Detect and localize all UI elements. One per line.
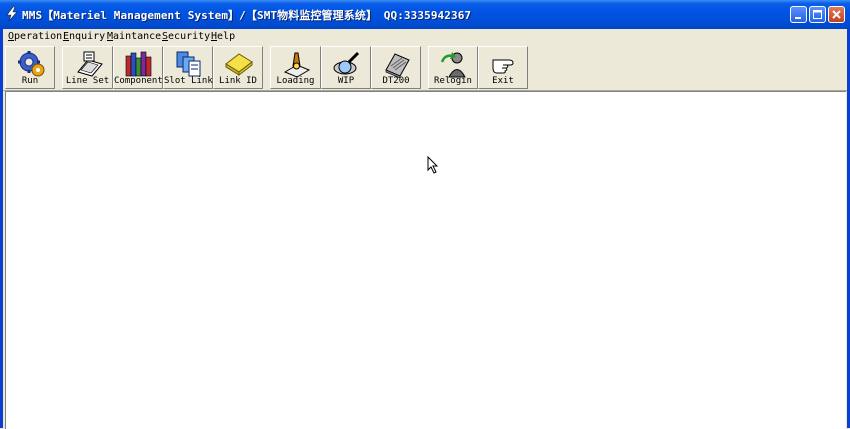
maximize-button[interactable] — [809, 6, 826, 23]
loading-icon — [283, 52, 311, 78]
menu-enquiry[interactable]: Enquiry — [63, 29, 105, 44]
component-label: Component — [114, 76, 163, 86]
wip-magnifier-icon — [333, 51, 360, 75]
title-bar[interactable]: MMS【Materiel Management System】/【SMT物料监控… — [0, 0, 850, 29]
slot-link-label: Slot Link — [164, 76, 213, 86]
link-id-button[interactable]: Link ID — [213, 46, 263, 89]
slot-link-icon — [176, 51, 201, 77]
application-window: MMS【Materiel Management System】/【SMT物料监控… — [0, 0, 850, 429]
loading-button[interactable]: Loading — [270, 46, 321, 89]
dt200-button[interactable]: DT200 — [371, 46, 421, 89]
close-button[interactable] — [828, 6, 845, 23]
line-set-icon — [77, 51, 103, 77]
dt200-label: DT200 — [382, 76, 410, 86]
line-set-button[interactable]: Line Set — [62, 46, 113, 89]
menu-bar: Operation Enquiry Maintance Security Hel… — [3, 29, 847, 44]
mouse-cursor-icon — [427, 156, 439, 174]
slot-link-button[interactable]: Slot Link — [163, 46, 213, 89]
link-id-label: Link ID — [219, 76, 257, 86]
close-icon — [832, 10, 841, 19]
menu-operation[interactable]: Operation — [8, 29, 62, 44]
relogin-label: Relogin — [434, 76, 472, 86]
exit-hand-icon — [492, 59, 514, 74]
lightning-logo-icon — [6, 7, 18, 21]
link-id-note-icon — [225, 53, 253, 77]
run-button[interactable]: Run — [5, 46, 55, 89]
line-set-label: Line Set — [65, 76, 110, 86]
minimize-button[interactable] — [790, 6, 807, 23]
relogin-icon — [440, 52, 466, 78]
workspace-area[interactable] — [5, 91, 846, 429]
window-title: MMS【Materiel Management System】/【SMT物料监控… — [22, 9, 472, 22]
menu-maintance[interactable]: Maintance — [107, 29, 161, 44]
menu-security[interactable]: Security — [162, 29, 210, 44]
exit-button[interactable]: Exit — [478, 46, 528, 89]
run-gears-icon — [18, 51, 45, 77]
component-books-icon — [125, 51, 152, 77]
wip-label: WIP — [337, 76, 355, 86]
wip-button[interactable]: WIP — [321, 46, 371, 89]
run-label: Run — [21, 76, 39, 86]
menu-help[interactable]: Help — [211, 29, 235, 44]
exit-label: Exit — [492, 76, 514, 86]
maximize-icon — [813, 10, 822, 19]
minimize-icon — [795, 17, 801, 19]
toolbar: Run Line Set Component Slot Link Link ID… — [3, 44, 847, 91]
relogin-button[interactable]: Relogin — [428, 46, 478, 89]
component-button[interactable]: Component — [113, 46, 163, 89]
dt200-device-icon — [385, 53, 410, 78]
loading-label: Loading — [276, 76, 315, 86]
